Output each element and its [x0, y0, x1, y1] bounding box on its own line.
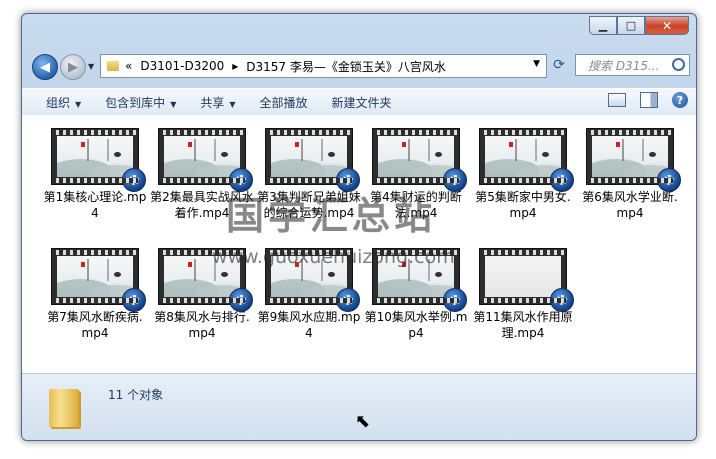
file-name: 第7集风水断疾病.mp4: [47, 310, 143, 340]
details-pane: 11 个对象 ⬉: [22, 373, 696, 440]
close-button[interactable]: ✕: [645, 16, 689, 35]
search-icon: [672, 58, 685, 71]
media-player-icon: [122, 288, 146, 312]
recent-pages-dropdown[interactable]: ▼: [88, 62, 94, 71]
file-name: 第11集风水作用原理.mp4: [473, 310, 573, 340]
minimize-button[interactable]: ▁: [589, 16, 617, 35]
media-player-icon: [229, 288, 253, 312]
folder-icon: [49, 389, 79, 427]
file-name: 第1集核心理论.mp4: [43, 190, 147, 220]
video-thumbnail: [51, 248, 146, 312]
breadcrumb-current[interactable]: D3157 李易—《金锁玉关》八宫风水: [246, 58, 446, 75]
media-player-icon: [550, 168, 574, 192]
address-dropdown-icon[interactable]: ▼: [533, 59, 540, 69]
video-thumbnail: [51, 128, 146, 192]
file-name: 第10集风水举例.mp4: [364, 310, 468, 340]
breadcrumb-separator[interactable]: ▸: [232, 59, 238, 73]
video-thumbnail: [265, 128, 360, 192]
play-all-button[interactable]: 全部播放: [260, 94, 308, 111]
forward-button[interactable]: ▶: [60, 54, 86, 80]
video-thumbnail: [586, 128, 681, 192]
navigation-bar: ◀ ▶ ▼ « D3101-D3200 ▸ D3157 李易—《金锁玉关》八宫风…: [22, 52, 696, 80]
video-thumbnail: [158, 128, 253, 192]
file-item[interactable]: 第7集风水断疾病.mp4: [43, 248, 147, 341]
watermark-url: www.guoxuehuizong.com: [212, 246, 455, 268]
file-name: 第5集断家中男女.mp4: [475, 190, 571, 220]
file-item[interactable]: 第1集核心理论.mp4: [43, 128, 147, 221]
command-bar: 组织 ▼ 包含到库中 ▼ 共享 ▼ 全部播放 新建文件夹 ?: [22, 88, 696, 116]
share-menu[interactable]: 共享 ▼: [200, 94, 235, 111]
include-in-library-menu[interactable]: 包含到库中 ▼: [105, 94, 176, 111]
media-player-icon: [443, 288, 467, 312]
view-controls: ?: [608, 92, 688, 108]
change-view-icon[interactable]: [608, 93, 626, 107]
folder-icon: [107, 61, 119, 71]
caption-buttons: ▁ □ ✕: [589, 16, 689, 35]
breadcrumb-parent[interactable]: D3101-D3200: [140, 59, 224, 73]
file-name: 第8集风水与排行.mp4: [154, 310, 250, 340]
mouse-cursor-icon: ⬉: [355, 411, 371, 432]
search-placeholder: 搜索 D315...: [588, 58, 660, 73]
breadcrumb-overflow[interactable]: «: [125, 59, 132, 73]
refresh-icon[interactable]: ⟳: [547, 54, 571, 76]
file-name: 第9集风水应期.mp4: [257, 310, 361, 340]
organize-menu[interactable]: 组织 ▼: [46, 94, 81, 111]
item-count: 11 个对象: [108, 388, 164, 402]
preview-pane-icon[interactable]: [640, 92, 658, 108]
video-thumbnail: [372, 128, 467, 192]
file-name: 第6集风水学业断.mp4: [582, 190, 678, 220]
video-thumbnail: [479, 128, 574, 192]
file-list: 第1集核心理论.mp4 第2集最具实战风水着作.mp4 第3集判断兄弟姐妹的综合…: [22, 115, 696, 373]
maximize-button[interactable]: □: [617, 16, 645, 35]
address-bar[interactable]: « D3101-D3200 ▸ D3157 李易—《金锁玉关》八宫风水 ▼: [100, 54, 547, 78]
file-item[interactable]: 第6集风水学业断.mp4: [578, 128, 682, 221]
search-input[interactable]: 搜索 D315...: [575, 54, 690, 76]
watermark-text: 国学汇总站: [226, 194, 437, 238]
help-icon[interactable]: ?: [672, 92, 688, 108]
file-item[interactable]: 第5集断家中男女.mp4: [471, 128, 575, 221]
title-bar: ▁ □ ✕: [22, 14, 696, 44]
new-folder-button[interactable]: 新建文件夹: [332, 94, 392, 111]
media-player-icon: [122, 168, 146, 192]
media-player-icon: [443, 168, 467, 192]
back-button[interactable]: ◀: [32, 54, 58, 80]
media-player-icon: [550, 288, 574, 312]
file-item[interactable]: 第11集风水作用原理.mp4: [471, 248, 575, 341]
video-thumbnail: [479, 248, 574, 312]
media-player-icon: [657, 168, 681, 192]
media-player-icon: [336, 288, 360, 312]
